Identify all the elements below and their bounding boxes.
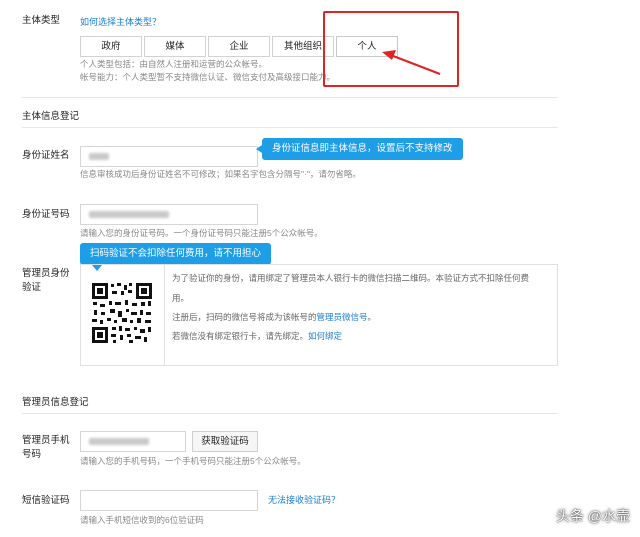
cannot-receive-code-link[interactable]: 无法接收验证码？ [268,493,340,506]
how-to-bind-link[interactable]: 如何绑定 [308,331,342,341]
divider [22,127,558,128]
admin-info-title: 管理员信息登记 [22,397,89,408]
qr-text-line3: 若微信没有绑定银行卡，请先绑定。如何绑定 [172,330,342,343]
admin-verify-label-line1: 管理员身份 [22,268,70,279]
sms-code-input[interactable] [80,490,258,511]
redacted-value [89,153,109,160]
admin-phone-label-line2: 号码 [22,449,42,460]
id-number-label: 身份证号码 [22,209,70,220]
redacted-value [89,438,149,445]
divider [22,413,558,414]
watermark: 头条 @水壶 [555,508,630,524]
admin-phone-help: 请输入您的手机号码，一个手机号码只能注册5个公众帐号。 [80,456,306,466]
type-media-button[interactable]: 媒体 [144,36,206,57]
sms-code-help: 请输入手机短信收到的6位验证码 [80,515,204,525]
type-enterprise-button[interactable]: 企业 [208,36,270,57]
admin-verify-label: 管理员身份 验证 [22,267,70,295]
id-number-input[interactable] [80,204,258,225]
admin-phone-label: 管理员手机 号码 [22,434,70,462]
how-to-choose-link[interactable]: 如何选择主体类型？ [80,15,161,28]
qr-text-line2: 注册后，扫码的微信号将成为该帐号的管理员微信号。 [172,311,376,324]
qr-code-icon[interactable] [91,282,153,344]
get-code-button[interactable]: 获取验证码 [192,431,258,452]
id-name-input[interactable] [80,146,258,167]
sms-code-label: 短信验证码 [22,495,70,506]
admin-verify-label-line2: 验证 [22,282,42,293]
id-name-label: 身份证姓名 [22,150,70,161]
redacted-value [89,211,169,218]
admin-phone-input[interactable] [80,431,186,452]
id-number-help: 请输入您的身份证号码。一个身份证号码只能注册5个公众帐号。 [80,228,323,238]
qr-text-line2-suffix: 。 [367,312,377,322]
divider [22,97,558,98]
type-government-button[interactable]: 政府 [80,36,142,57]
qr-text-line3-prefix: 若微信没有绑定银行卡，请先绑定。 [172,331,309,341]
subject-type-label: 主体类型 [22,15,61,26]
arrow-icon [382,50,441,76]
type-desc-line2: 帐号能力：个人类型暂不支持微信认证、微信支付及高级接口能力。 [80,72,336,82]
qr-verify-panel: 为了验证你的身份，请用绑定了管理员本人银行卡的微信扫描二维码。本验证方式不扣除任… [80,264,558,366]
type-desc-line1: 个人类型包括：由自然人注册和运营的公众帐号。 [80,59,268,69]
admin-wechat-link[interactable]: 管理员微信号 [317,312,368,322]
qr-text-line1b: 用。 [172,293,190,303]
subject-info-title: 主体信息登记 [22,111,80,122]
scan-tooltip: 扫码验证不会扣除任何费用，请不用担心 [80,243,272,271]
qr-text-line2-prefix: 注册后，扫码的微信号将成为该帐号的 [172,312,317,322]
id-name-help: 信息审核成功后身份证姓名不可修改；如果名字包含分隔号"·"，请勿省略。 [80,169,361,179]
admin-phone-label-line1: 管理员手机 [22,435,70,446]
qr-text-line1: 为了验证你的身份，请用绑定了管理员本人银行卡的微信扫描二维码。本验证方式不扣除任… [172,273,530,283]
qr-instruction: 为了验证你的身份，请用绑定了管理员本人银行卡的微信扫描二维码。本验证方式不扣除任… [172,272,552,285]
id-info-tooltip: 身份证信息即主体信息，设置后不支持修改 [256,138,463,160]
